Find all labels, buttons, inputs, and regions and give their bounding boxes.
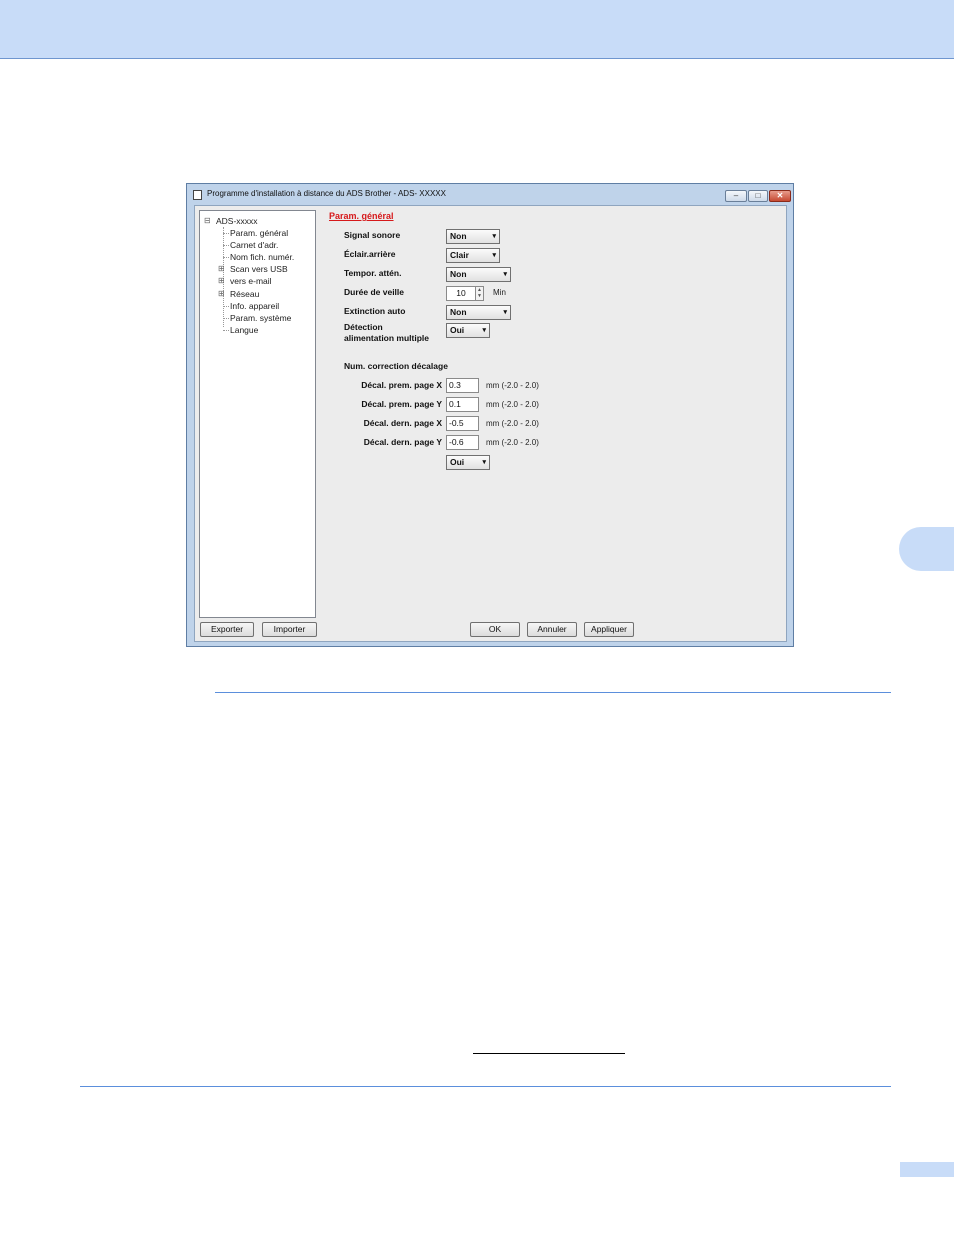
link-underline [473, 1053, 625, 1054]
offset-range: mm (-2.0 - 2.0) [486, 438, 539, 447]
expand-icon[interactable]: ⊞ [218, 276, 225, 285]
eclair-select[interactable]: Clair ▾ [446, 248, 500, 263]
chevron-down-icon: ▾ [482, 459, 486, 466]
app-icon [193, 190, 202, 200]
page-number-tab [900, 1162, 954, 1177]
signal-sonore-label: Signal sonore [344, 230, 401, 240]
chapter-tab [899, 527, 954, 571]
expand-icon[interactable]: ⊞ [218, 289, 225, 298]
tree-item-scan-usb[interactable]: Scan vers USB [230, 264, 288, 274]
offset-input[interactable]: -0.5 [446, 416, 479, 431]
extinction-select[interactable]: Non ▾ [446, 305, 511, 320]
chevron-down-icon: ▾ [482, 327, 486, 334]
offset-label: Décal. prem. page X [361, 380, 442, 390]
expand-icon[interactable]: ⊞ [218, 264, 225, 273]
page-header-band [0, 0, 954, 59]
section-rule [215, 692, 891, 693]
veille-spinner[interactable]: ▲ ▼ [475, 286, 484, 301]
chevron-down-icon: ▾ [492, 252, 496, 259]
tempor-label: Tempor. attén. [344, 268, 402, 278]
offset-label: Décal. dern. page X [363, 418, 442, 428]
offset-label: Décal. prem. page Y [361, 399, 442, 409]
tempor-select[interactable]: Non ▾ [446, 267, 511, 282]
tree-item-carnet[interactable]: Carnet d'adr. [230, 240, 278, 250]
tree-branch [223, 318, 229, 319]
detection-select[interactable]: Oui ▾ [446, 323, 490, 338]
chevron-down-icon: ▾ [503, 271, 507, 278]
tree-item-param-systeme[interactable]: Param. système [230, 313, 291, 323]
close-icon[interactable]: ✕ [769, 190, 791, 202]
cancel-button[interactable]: Annuler [527, 622, 577, 637]
import-button[interactable]: Importer [262, 622, 317, 637]
tree-branch [223, 330, 229, 331]
eclair-value: Clair [450, 250, 469, 260]
tree-branch [223, 233, 229, 234]
eclair-label: Éclair.arrière [344, 249, 396, 259]
maximize-icon[interactable]: □ [748, 190, 768, 202]
chevron-down-icon: ▾ [492, 233, 496, 240]
offset-enable-select[interactable]: Oui ▾ [446, 455, 490, 470]
window-client-area: ⊟ ADS-xxxxx Param. général Carnet d'adr.… [194, 205, 787, 642]
window-titlebar: Programme d'installation à distance du A… [187, 184, 793, 206]
export-button[interactable]: Exporter [200, 622, 254, 637]
tree-root[interactable]: ADS-xxxxx [216, 216, 258, 226]
ok-button[interactable]: OK [470, 622, 520, 637]
chevron-down-icon: ▾ [503, 309, 507, 316]
detection-label-line1: Détection [344, 322, 383, 332]
remote-setup-window: Programme d'installation à distance du A… [186, 183, 794, 647]
offset-range: mm (-2.0 - 2.0) [486, 381, 539, 390]
offset-input[interactable]: -0.6 [446, 435, 479, 450]
extinction-label: Extinction auto [344, 306, 406, 316]
settings-tree[interactable]: ⊟ ADS-xxxxx Param. général Carnet d'adr.… [199, 210, 316, 618]
footer-rule [80, 1086, 891, 1087]
extinction-value: Non [450, 307, 467, 317]
collapse-icon[interactable]: ⊟ [204, 216, 211, 225]
offset-label: Décal. dern. page Y [363, 437, 442, 447]
veille-input[interactable]: 10 [446, 286, 476, 301]
offset-enable-value: Oui [450, 457, 465, 467]
signal-sonore-select[interactable]: Non ▾ [446, 229, 500, 244]
tree-branch [223, 245, 229, 246]
tempor-value: Non [450, 269, 467, 279]
window-title: Programme d'installation à distance du A… [207, 189, 446, 198]
tree-item-langue[interactable]: Langue [230, 325, 258, 335]
veille-unit: Min [493, 288, 506, 297]
offset-range: mm (-2.0 - 2.0) [486, 400, 539, 409]
tree-item-nom-fich[interactable]: Nom fich. numér. [230, 252, 294, 262]
offset-input[interactable]: 0.1 [446, 397, 479, 412]
offset-range: mm (-2.0 - 2.0) [486, 419, 539, 428]
tree-item-email[interactable]: vers e-mail [230, 276, 272, 286]
tree-branch [223, 257, 229, 258]
detection-value: Oui [450, 325, 465, 335]
detection-label-line2: alimentation multiple [344, 333, 430, 343]
tree-item-info[interactable]: Info. appareil [230, 301, 279, 311]
section-title: Param. général [329, 211, 394, 221]
minimize-icon[interactable]: – [725, 190, 747, 202]
signal-sonore-value: Non [450, 231, 467, 241]
tree-branch [223, 306, 229, 307]
tree-item-param-general[interactable]: Param. général [230, 228, 288, 238]
tree-item-reseau[interactable]: Réseau [230, 289, 259, 299]
offset-section-title: Num. correction décalage [344, 361, 448, 371]
offset-input[interactable]: 0.3 [446, 378, 479, 393]
veille-label: Durée de veille [344, 287, 405, 297]
apply-button[interactable]: Appliquer [584, 622, 634, 637]
